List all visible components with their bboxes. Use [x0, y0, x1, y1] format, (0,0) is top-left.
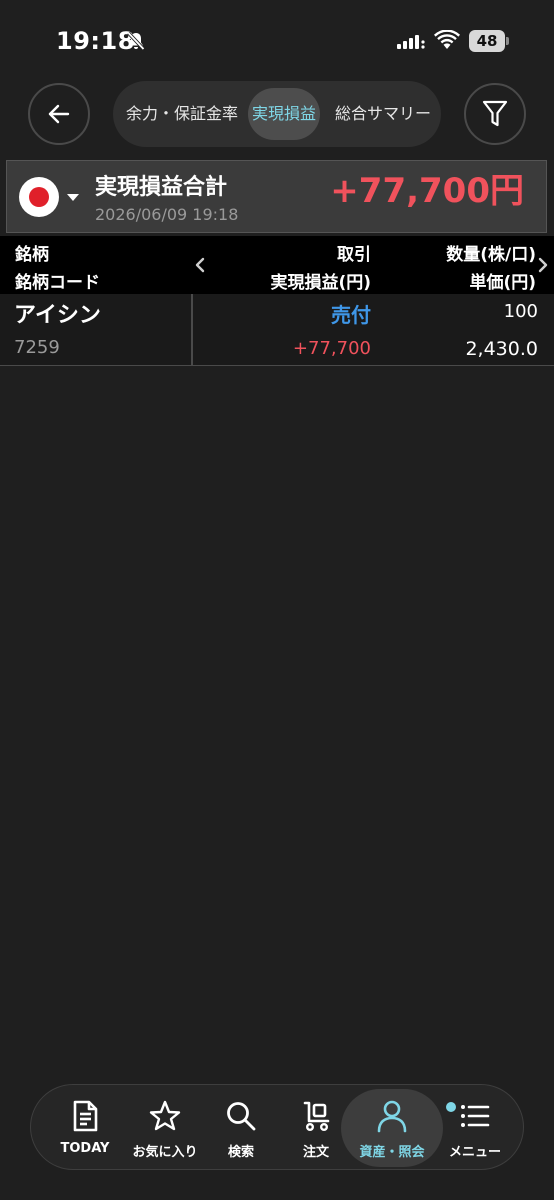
back-arrow-icon	[48, 104, 70, 124]
summary-datetime: 2026/06/09 19:18	[95, 205, 239, 224]
table-header: 銘柄 銘柄コード 取引 実現損益(円) 数量(株/口) 単価(円)	[0, 236, 554, 294]
header-name: 銘柄	[15, 245, 49, 265]
header-unit-price: 単価(円)	[469, 273, 536, 293]
column-divider	[191, 294, 193, 366]
unit-price-value: 2,430.0	[465, 338, 538, 360]
realized-pl-value: +77,700	[292, 338, 371, 359]
table-row[interactable]: アイシン 7259 売付 +77,700 100 2,430.0	[0, 294, 554, 366]
person-icon	[377, 1100, 407, 1133]
trade-type: 売付	[331, 303, 371, 327]
chevron-right-icon[interactable]	[536, 257, 550, 273]
status-time: 19:18	[56, 27, 135, 55]
bell-off-icon	[127, 31, 145, 51]
header-code: 銘柄コード	[15, 273, 100, 293]
summary-title: 実現損益合計	[95, 175, 228, 200]
nav-favorites[interactable]: お気に入り	[125, 1085, 205, 1171]
filter-button[interactable]	[464, 83, 526, 145]
tab-margin-ratio[interactable]: 余力・保証金率	[119, 81, 245, 147]
chevron-left-icon[interactable]	[193, 257, 207, 273]
nav-assets[interactable]: 資産・照会	[341, 1089, 443, 1167]
battery-tip	[506, 37, 509, 45]
battery-icon: 48	[469, 30, 509, 52]
realized-pl-summary: 実現損益合計 2026/06/09 19:18 +77,700円	[6, 160, 547, 233]
menu-icon	[461, 1105, 490, 1127]
nav-search[interactable]: 検索	[205, 1085, 277, 1171]
nav-favorites-label: お気に入り	[132, 1145, 198, 1160]
status-bar: 19:18 48	[0, 0, 554, 80]
quantity-value: 100	[503, 301, 538, 322]
cellular-signal-icon	[397, 35, 425, 49]
stock-name: アイシン	[14, 303, 101, 328]
nav-today-label: TODAY	[60, 1141, 110, 1156]
search-icon	[227, 1102, 256, 1131]
nav-assets-label: 資産・照会	[359, 1145, 425, 1160]
chevron-down-icon[interactable]	[67, 194, 79, 201]
tab-bar: 余力・保証金率 実現損益 総合サマリー	[113, 81, 441, 147]
tab-summary[interactable]: 総合サマリー	[327, 81, 439, 147]
header-quantity: 数量(株/口)	[446, 245, 536, 265]
document-icon	[73, 1100, 98, 1132]
nav-search-label: 検索	[227, 1145, 254, 1160]
nav-menu-label: メニュー	[448, 1145, 501, 1160]
notification-dot	[446, 1102, 456, 1112]
battery-level: 48	[469, 30, 505, 52]
nav-today[interactable]: TODAY	[45, 1085, 125, 1171]
wifi-icon	[434, 30, 460, 49]
summary-total: +77,700円	[330, 171, 524, 211]
back-button[interactable]	[28, 83, 90, 145]
stock-code: 7259	[14, 337, 60, 358]
japan-flag-icon[interactable]	[19, 177, 59, 217]
filter-icon	[482, 100, 508, 127]
cart-icon	[303, 1101, 330, 1132]
bottom-nav: TODAY お気に入り 検索 注文 資産・照会 メニュー	[30, 1084, 524, 1170]
tab-realized-pl[interactable]: 実現損益	[248, 88, 320, 140]
header-realized-pl: 実現損益(円)	[270, 273, 371, 293]
star-icon	[149, 1100, 181, 1131]
nav-menu[interactable]: メニュー	[435, 1085, 515, 1171]
header-trade: 取引	[337, 245, 371, 265]
